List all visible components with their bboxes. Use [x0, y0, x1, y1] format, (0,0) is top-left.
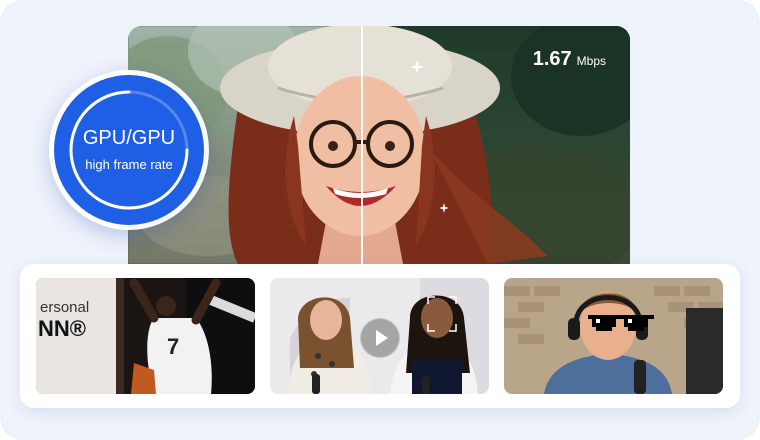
- jersey-number: 7: [167, 334, 179, 359]
- comparison-divider[interactable]: [361, 26, 363, 264]
- feature-card: 1.67 Mbps GPU/GPU high frame rate ersonal: [0, 0, 760, 440]
- bitrate-readout: 1.67 Mbps: [533, 48, 606, 71]
- thumbnail-basketball[interactable]: ersonal NN® 7: [36, 278, 255, 394]
- badge-subtitle: high frame rate: [85, 157, 173, 172]
- badge-title: GPU/GPU: [82, 127, 176, 149]
- face-detection-frame: [427, 296, 457, 332]
- sign-text: ersonal: [40, 299, 89, 316]
- sign-logo: NN®: [38, 316, 86, 341]
- bitrate-value: 1.67: [532, 48, 572, 70]
- sparkle-icon: [410, 60, 424, 74]
- pixel-sunglasses-icon: [588, 315, 654, 331]
- thumbnail-podcast[interactable]: [504, 278, 723, 394]
- gpu-badge: GPU/GPU high frame rate: [54, 75, 204, 225]
- bitrate-unit: Mbps: [576, 54, 606, 68]
- play-icon: [376, 330, 388, 346]
- thumbnail-strip: ersonal NN® 7: [20, 264, 740, 408]
- thumbnail-interview[interactable]: [270, 278, 489, 394]
- play-button[interactable]: [360, 318, 400, 358]
- badge-ring: [69, 90, 189, 210]
- sparkle-icon: [439, 203, 449, 213]
